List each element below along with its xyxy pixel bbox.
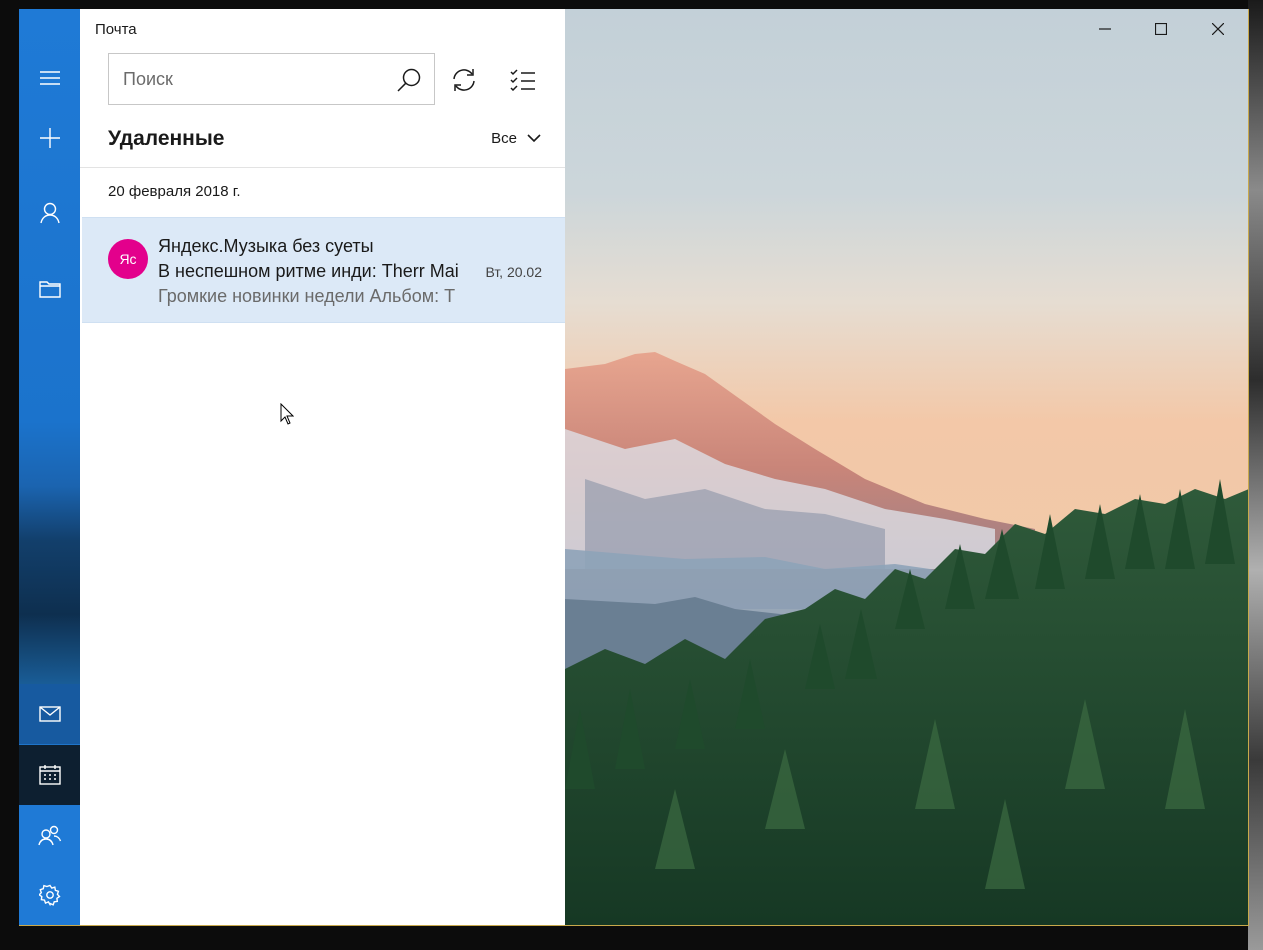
app-title: Почта	[95, 21, 137, 38]
desktop-background	[1248, 0, 1263, 950]
calendar-icon	[38, 765, 61, 785]
minimize-button[interactable]	[1077, 9, 1133, 49]
divider	[80, 167, 565, 168]
hamburger-menu-icon	[39, 71, 60, 85]
people-button[interactable]	[19, 806, 80, 866]
navigation-rail	[19, 9, 80, 925]
settings-icon	[38, 884, 61, 906]
close-button[interactable]	[1190, 9, 1246, 49]
folder-title: Удаленные	[108, 127, 225, 150]
people-icon	[37, 825, 61, 846]
message-list-pane: Почта Удаленные Все 20 февраля 2018 г.	[80, 9, 565, 925]
maximize-icon	[1155, 23, 1167, 35]
select-mode-button[interactable]	[504, 61, 542, 99]
close-icon	[1212, 23, 1224, 35]
filter-dropdown[interactable]: Все	[491, 130, 541, 147]
message-preview: Громкие новинки недели Альбом: Т	[158, 286, 456, 306]
accounts-icon	[39, 202, 60, 224]
maximize-button[interactable]	[1133, 9, 1189, 49]
sender-avatar: Яс	[108, 239, 148, 279]
search-input[interactable]	[109, 54, 379, 104]
folders-button[interactable]	[19, 259, 80, 319]
reading-pane	[565, 9, 1248, 925]
sync-button[interactable]	[445, 61, 483, 99]
mail-window: Почта Удаленные Все 20 февраля 2018 г.	[19, 9, 1249, 926]
mouse-cursor-icon	[280, 403, 294, 425]
message-list-item[interactable]: Яс Яндекс.Музыка без суеты В неспешном р…	[82, 217, 565, 323]
minimize-icon	[1099, 28, 1111, 30]
calendar-button[interactable]	[19, 745, 80, 805]
search-box[interactable]	[108, 53, 435, 105]
sync-icon	[453, 69, 475, 91]
message-sender: Яндекс.Музыка без суеты	[158, 236, 374, 256]
mail-button[interactable]	[19, 684, 80, 744]
message-subject: В неспешном ритме инди: Therr Mai	[158, 261, 459, 281]
select-mode-icon	[510, 69, 535, 91]
landscape-background-image	[565, 9, 1248, 925]
mail-icon	[38, 706, 61, 722]
date-group-header: 20 февраля 2018 г.	[108, 183, 241, 200]
search-icon[interactable]	[396, 67, 422, 93]
settings-button[interactable]	[19, 865, 80, 925]
accounts-button[interactable]	[19, 183, 80, 243]
folders-icon	[38, 281, 61, 298]
message-date: Вт, 20.02	[485, 264, 542, 280]
chevron-down-icon	[527, 134, 541, 143]
hamburger-menu-button[interactable]	[19, 48, 80, 108]
new-mail-icon	[39, 128, 60, 148]
new-mail-button[interactable]	[19, 108, 80, 168]
filter-label: Все	[491, 130, 517, 147]
